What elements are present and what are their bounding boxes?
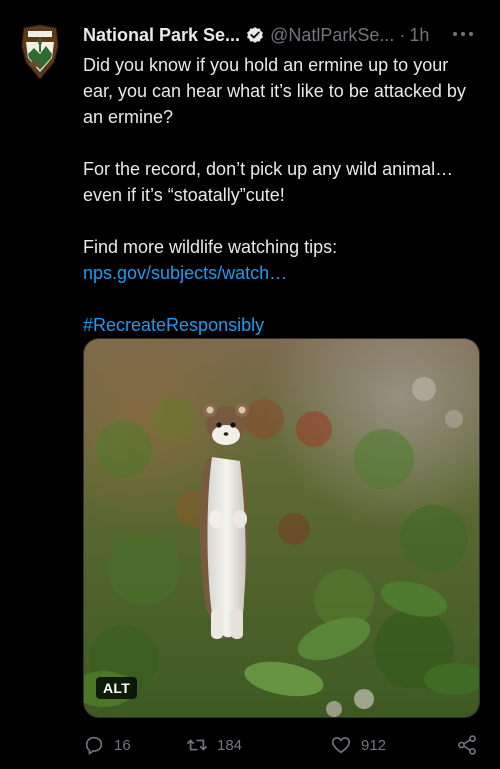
- like-button[interactable]: 912: [330, 730, 386, 760]
- ermine-photo: [84, 339, 479, 717]
- tweet-text: Did you know if you hold an ermine up to…: [83, 52, 483, 338]
- tweet-paragraph-3: Find more wildlife watching tips:: [83, 237, 338, 257]
- share-icon: [458, 735, 476, 755]
- nps-arrowhead-logo-icon: [21, 24, 59, 80]
- timestamp[interactable]: 1h: [409, 25, 429, 46]
- tweet-paragraph-2: For the record, don’t pick up any wild a…: [83, 159, 454, 205]
- tweet: National Park Se... @NatlParkSe... · 1h …: [0, 0, 500, 769]
- tweet-paragraph-1: Did you know if you hold an ermine up to…: [83, 55, 466, 127]
- reply-button[interactable]: 16: [83, 730, 131, 760]
- tweet-actions: 16 184 912: [83, 730, 483, 760]
- more-options-icon[interactable]: [451, 24, 475, 44]
- share-button[interactable]: [456, 730, 487, 760]
- verified-badge-icon: [247, 27, 263, 43]
- hashtag-link[interactable]: #RecreateResponsibly: [83, 315, 264, 335]
- reply-count: 16: [114, 736, 131, 754]
- tweet-header: National Park Se... @NatlParkSe... · 1h: [83, 22, 483, 48]
- separator-dot: ·: [399, 24, 406, 45]
- alt-text-button[interactable]: ALT: [96, 677, 138, 699]
- heart-icon: [331, 737, 351, 754]
- retweet-button[interactable]: 184: [186, 730, 242, 760]
- display-name[interactable]: National Park Se...: [83, 25, 240, 46]
- user-handle[interactable]: @NatlParkSe...: [270, 25, 394, 46]
- reply-icon: [85, 736, 103, 755]
- retweet-count: 184: [217, 736, 243, 754]
- avatar[interactable]: [18, 24, 62, 80]
- tweet-photo[interactable]: ALT: [83, 338, 480, 718]
- retweet-icon: [187, 739, 207, 751]
- like-count: 912: [361, 736, 387, 754]
- tweet-link[interactable]: nps.gov/subjects/watch…: [83, 263, 287, 283]
